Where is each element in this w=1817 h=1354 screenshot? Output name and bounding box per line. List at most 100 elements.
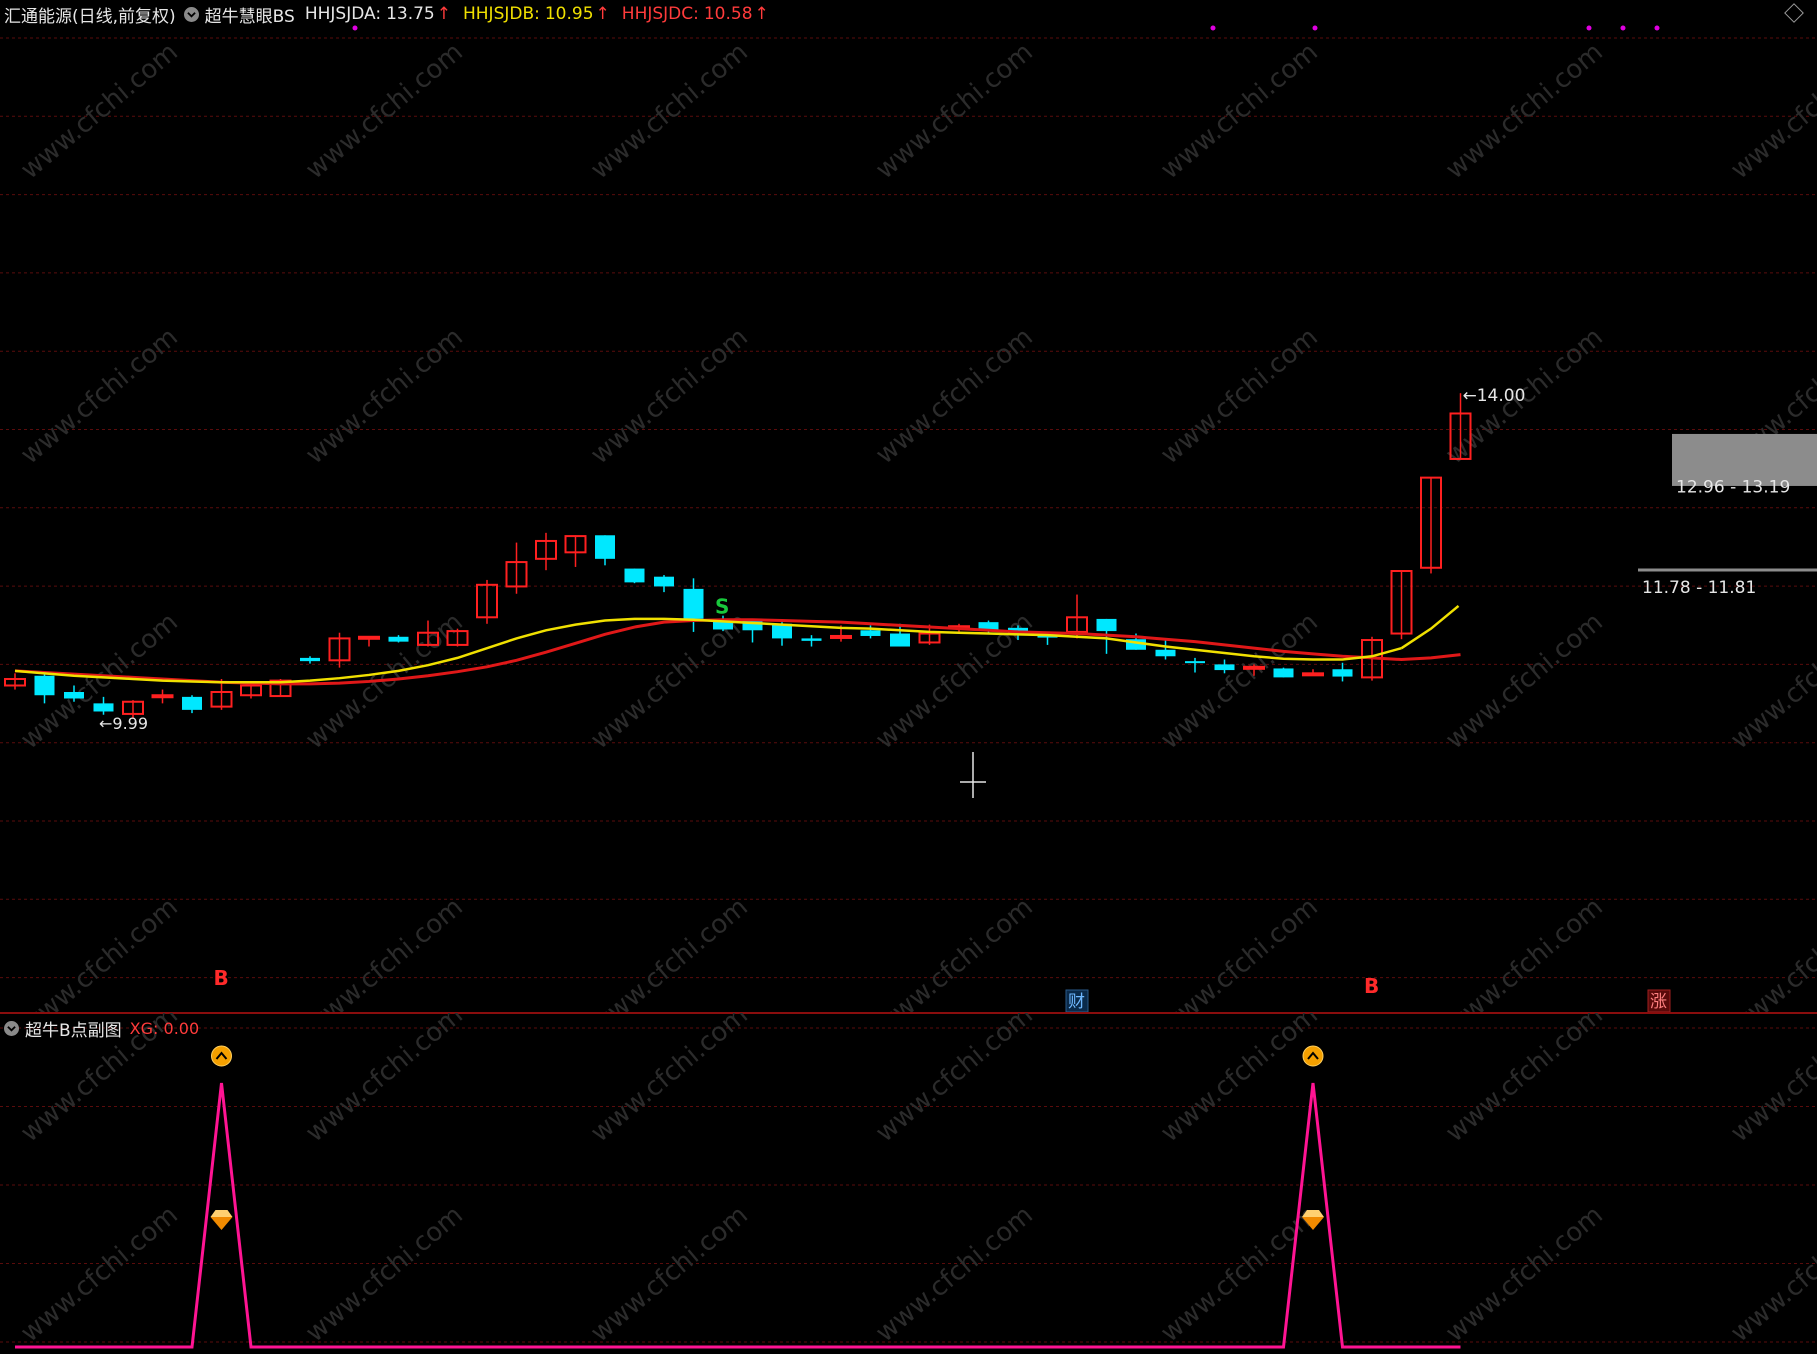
sell-signal-label: S	[715, 595, 729, 619]
candle-body-down	[860, 630, 881, 636]
watermark-layer: www.cfchi.com www.cfchi.com www.cfchi.com w…	[15, 37, 1817, 1012]
watermark-text: www.cfchi.com	[870, 322, 1039, 470]
range-lower-label: 11.78 - 11.81	[1642, 578, 1756, 598]
watermark-text: www.cfchi.com	[300, 1200, 469, 1348]
indicator-menu-icon[interactable]	[183, 6, 199, 22]
watermark-text: www.cfchi.com	[1155, 322, 1324, 470]
candle-body-down	[1214, 664, 1235, 671]
watermark-text: www.cfchi.com	[1155, 607, 1324, 755]
watermark-text: www.cfchi.com	[1725, 892, 1817, 1012]
signal-dot	[1620, 25, 1626, 31]
watermark-text: www.cfchi.com	[1725, 1013, 1817, 1148]
watermark-text: www.cfchi.com	[870, 892, 1039, 1012]
candle-body-up	[830, 634, 852, 639]
candle-body-down	[890, 633, 910, 647]
candle-body-down	[595, 535, 615, 559]
watermark-text: www.cfchi.com	[1440, 1013, 1609, 1148]
watermark-text: www.cfchi.com	[300, 1013, 469, 1148]
candle-body-down	[624, 568, 645, 583]
watermark-text: www.cfchi.com	[300, 322, 469, 470]
watermark-text: www.cfchi.com	[1725, 1200, 1817, 1348]
signal-dot	[1586, 25, 1592, 31]
watermark-text: www.cfchi.com	[1440, 892, 1609, 1012]
watermark-text: www.cfchi.com	[585, 37, 754, 185]
indicator-name[interactable]: 超牛慧眼BS	[205, 2, 295, 27]
diamond-icon	[210, 1210, 233, 1217]
watermark-text: www.cfchi.com	[870, 1013, 1039, 1148]
candle-body-down	[34, 675, 55, 696]
watermark-text: www.cfchi.com	[300, 892, 469, 1012]
watermark-text: www.cfchi.com	[1155, 892, 1324, 1012]
hhjsjdc-value: 10.58	[703, 4, 753, 24]
watermark-text: www.cfchi.com	[585, 322, 754, 470]
watermark-text: www.cfchi.com	[585, 1013, 754, 1148]
watermark-text: www.cfchi.com	[1155, 1013, 1324, 1148]
low-price-label: ←9.99	[99, 714, 148, 733]
candle-body-down	[654, 576, 674, 587]
watermark-text: www.cfchi.com	[870, 1200, 1039, 1348]
ma-fast-line	[1400, 604, 1460, 650]
candle-body-up	[151, 694, 174, 699]
high-price-label: ←14.00	[1463, 386, 1526, 406]
watermark-text: www.cfchi.com	[1725, 37, 1817, 185]
sub-indicator-name[interactable]: 超牛B点副图	[25, 1016, 122, 1041]
zhang-badge: 涨	[1650, 992, 1667, 1012]
sub-chart-panel[interactable]: www.cfchi.com www.cfchi.com www.cfchi.com w…	[0, 1013, 1817, 1354]
main-chart-header: 汇通能源(日线,前复权) 超牛慧眼BS HHJSJDA: 13.75 ↑ HHJ…	[0, 0, 781, 28]
watermark-text: www.cfchi.com	[15, 37, 184, 185]
signal-dot	[1210, 25, 1216, 31]
signal-dot	[1312, 25, 1318, 31]
candle-body-down	[1155, 649, 1176, 657]
up-marker-icon	[211, 1045, 232, 1067]
watermark-layer: www.cfchi.com www.cfchi.com www.cfchi.com w…	[15, 1013, 1817, 1348]
hhjsjdc-label: HHJSJDC:	[621, 4, 699, 24]
sub-chart-header: 超牛B点副图 XG: 0.00	[0, 1014, 199, 1042]
watermark-text: www.cfchi.com	[1155, 37, 1324, 185]
watermark-text: www.cfchi.com	[15, 892, 184, 1012]
hhjsjdb-label: HHJSJDB:	[462, 4, 540, 24]
watermark-text: www.cfchi.com	[1440, 607, 1609, 755]
candle-body-up	[1243, 665, 1265, 670]
grid-lines	[0, 37, 1817, 979]
watermark-text: www.cfchi.com	[1440, 1200, 1609, 1348]
up-marker-icon	[1302, 1045, 1324, 1067]
candle-body-down	[1185, 661, 1205, 664]
diamond-icon	[210, 1217, 233, 1230]
sub-indicator-menu-icon[interactable]	[4, 1020, 19, 1036]
candle-body-down	[801, 638, 822, 641]
candle-body-up	[1302, 672, 1324, 677]
stock-title[interactable]: 汇通能源(日线,前复权)	[4, 2, 176, 27]
range-upper-label: 12.96 - 13.19	[1676, 478, 1790, 498]
watermark-text: www.cfchi.com	[585, 892, 754, 1012]
watermark-text: www.cfchi.com	[300, 37, 469, 185]
candle-body-down	[300, 657, 320, 662]
candlestick-chart[interactable]: www.cfchi.com www.cfchi.com www.cfchi.com w…	[0, 0, 1817, 1012]
hhjsjda-value: 13.75	[386, 4, 435, 24]
watermark-text: www.cfchi.com	[1440, 37, 1609, 185]
candle-body-down	[1332, 669, 1353, 677]
watermark-text: www.cfchi.com	[870, 37, 1039, 185]
candle-body-down	[1273, 668, 1294, 678]
watermark-text: www.cfchi.com	[15, 1200, 184, 1348]
main-chart-panel[interactable]: www.cfchi.com www.cfchi.com www.cfchi.com w…	[0, 0, 1817, 1012]
candle-body-up	[358, 635, 380, 640]
arrow-up-icon: ↑	[754, 4, 769, 24]
candle-body-down	[93, 703, 114, 712]
b-point-chart[interactable]: www.cfchi.com www.cfchi.com www.cfchi.com w…	[0, 1013, 1817, 1354]
candle-body-down	[1096, 618, 1117, 632]
candle-body-down	[683, 588, 704, 619]
watermark-text: www.cfchi.com	[585, 1200, 754, 1348]
hhjsjdb-value: 10.95	[544, 4, 594, 24]
hhjsjda-label: HHJSJDA:	[304, 4, 382, 24]
candle-body-down	[182, 696, 202, 710]
candle-body-down	[388, 636, 409, 642]
watermark-text: www.cfchi.com	[1725, 607, 1817, 755]
arrow-up-icon: ↑	[436, 4, 451, 24]
arrow-up-icon: ↑	[595, 4, 610, 24]
candle-body-down	[64, 691, 84, 699]
signal-dot	[1654, 25, 1660, 31]
cai-badge: 财	[1068, 992, 1085, 1012]
buy-signal-label: B	[214, 966, 229, 990]
xg-value: XG: 0.00	[129, 1018, 200, 1038]
watermark-text: www.cfchi.com	[15, 322, 184, 470]
